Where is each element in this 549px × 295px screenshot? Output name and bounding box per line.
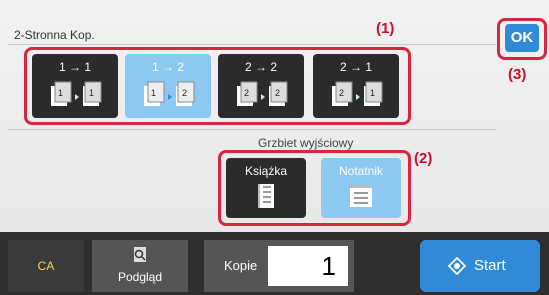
binding-title: Grzbiet wyjściowy — [258, 136, 354, 150]
book-icon — [226, 182, 306, 215]
mode-label: 2 → 2 — [244, 60, 277, 74]
svg-text:1: 1 — [89, 88, 94, 98]
mode-label: 1 → 2 — [151, 60, 184, 74]
mode-label: 2 → 1 — [339, 60, 372, 74]
notepad-icon — [321, 182, 401, 215]
start-label: Start — [474, 257, 506, 274]
svg-text:2: 2 — [339, 88, 344, 98]
divider — [8, 129, 496, 130]
ok-button[interactable]: OK — [505, 24, 539, 52]
copies-label: Kopie — [224, 258, 258, 273]
callout-1: (1) — [376, 20, 395, 37]
copies-control: Kopie 1 — [204, 240, 354, 292]
page-title: 2-Stronna Kop. — [14, 28, 95, 42]
copy-screen: 2-Stronna Kop. (1) (2) (3) 1 → 1 1 1 1 →… — [0, 0, 549, 295]
mode-1-to-1-button[interactable]: 1 → 1 1 1 — [32, 54, 118, 118]
preview-button[interactable]: Podgląd — [92, 240, 188, 292]
svg-text:2: 2 — [244, 88, 249, 98]
single-to-single-icon: 1 1 — [32, 80, 118, 110]
copies-field[interactable]: 1 — [268, 246, 348, 286]
mode-1-to-2-button[interactable]: 1 → 2 1 2 — [125, 54, 211, 118]
svg-text:1: 1 — [151, 88, 156, 98]
preview-label: Podgląd — [117, 270, 163, 284]
single-to-double-icon: 1 2 — [125, 80, 211, 110]
divider — [8, 44, 496, 45]
start-icon — [447, 256, 467, 279]
start-button[interactable]: Start — [420, 240, 540, 292]
clear-all-button[interactable]: CA — [8, 240, 84, 292]
svg-text:1: 1 — [370, 88, 375, 98]
binding-label: Notatnik — [338, 164, 384, 178]
callout-2: (2) — [414, 150, 433, 167]
mode-2-to-2-button[interactable]: 2 → 2 2 2 — [218, 54, 304, 118]
svg-text:1: 1 — [58, 88, 63, 98]
svg-text:2: 2 — [182, 88, 187, 98]
double-to-double-icon: 2 2 — [218, 80, 304, 110]
callout-3: (3) — [508, 66, 527, 83]
svg-text:2: 2 — [275, 88, 280, 98]
preview-icon — [92, 246, 188, 267]
binding-notepad-button[interactable]: Notatnik — [321, 158, 401, 218]
binding-label: Książka — [244, 164, 288, 178]
binding-book-button[interactable]: Książka — [226, 158, 306, 218]
double-to-single-icon: 2 1 — [313, 80, 399, 110]
mode-label: 1 → 1 — [58, 60, 91, 74]
mode-2-to-1-button[interactable]: 2 → 1 2 1 — [313, 54, 399, 118]
